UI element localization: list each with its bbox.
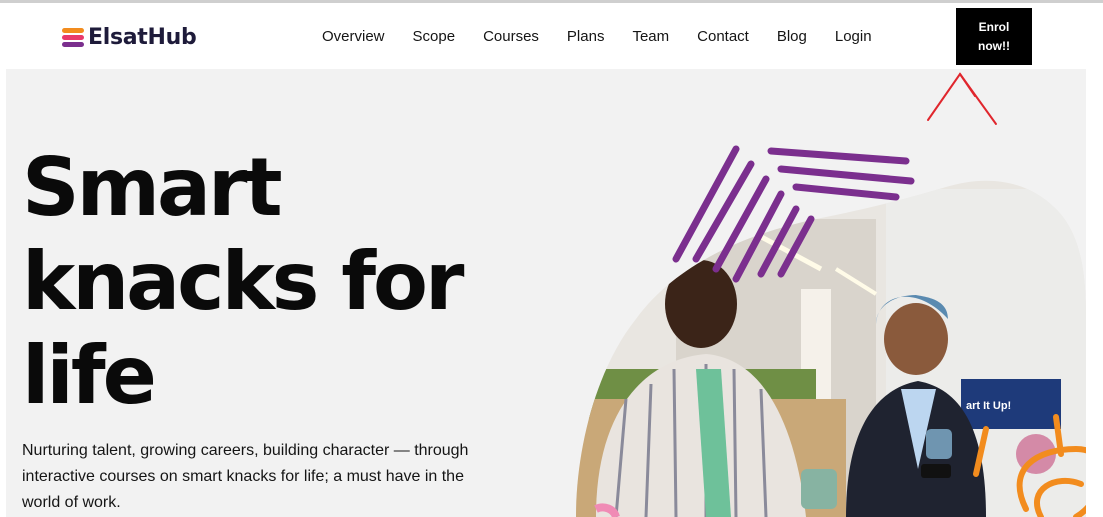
nav-login[interactable]: Login [835,28,872,45]
main-nav: Overview Scope Courses Plans Team Contac… [322,28,872,45]
nav-overview[interactable]: Overview [322,28,385,45]
hero-photo: art It Up! [576,145,1086,517]
brand-name: ElsatHub [88,25,197,50]
hero-section: Smart knacks for life Nurturing talent, … [6,69,1086,517]
nav-plans[interactable]: Plans [567,28,605,45]
nav-scope[interactable]: Scope [413,28,456,45]
headline-line-1: Smart [22,141,283,234]
enrol-label-line1: Enrol [978,19,1010,34]
headline-line-2: knacks for [22,235,464,328]
photo-sign-text: art It Up! [966,400,1011,412]
site-header: ElsatHub Overview Scope Courses Plans Te… [0,3,1103,69]
nav-courses[interactable]: Courses [483,28,539,45]
logo-mark-icon [62,27,84,49]
headline-line-3: life [22,329,157,422]
nav-team[interactable]: Team [632,28,669,45]
enrol-label-line2: now!! [978,38,1010,53]
hero-headline: Smart knacks for life [22,141,464,423]
hero-tagline: Nurturing talent, growing careers, build… [22,442,469,511]
nav-blog[interactable]: Blog [777,28,807,45]
enrol-now-button[interactable]: Enrol now!! [956,8,1032,65]
brand-logo[interactable]: ElsatHub [62,25,197,50]
nav-contact[interactable]: Contact [697,28,749,45]
